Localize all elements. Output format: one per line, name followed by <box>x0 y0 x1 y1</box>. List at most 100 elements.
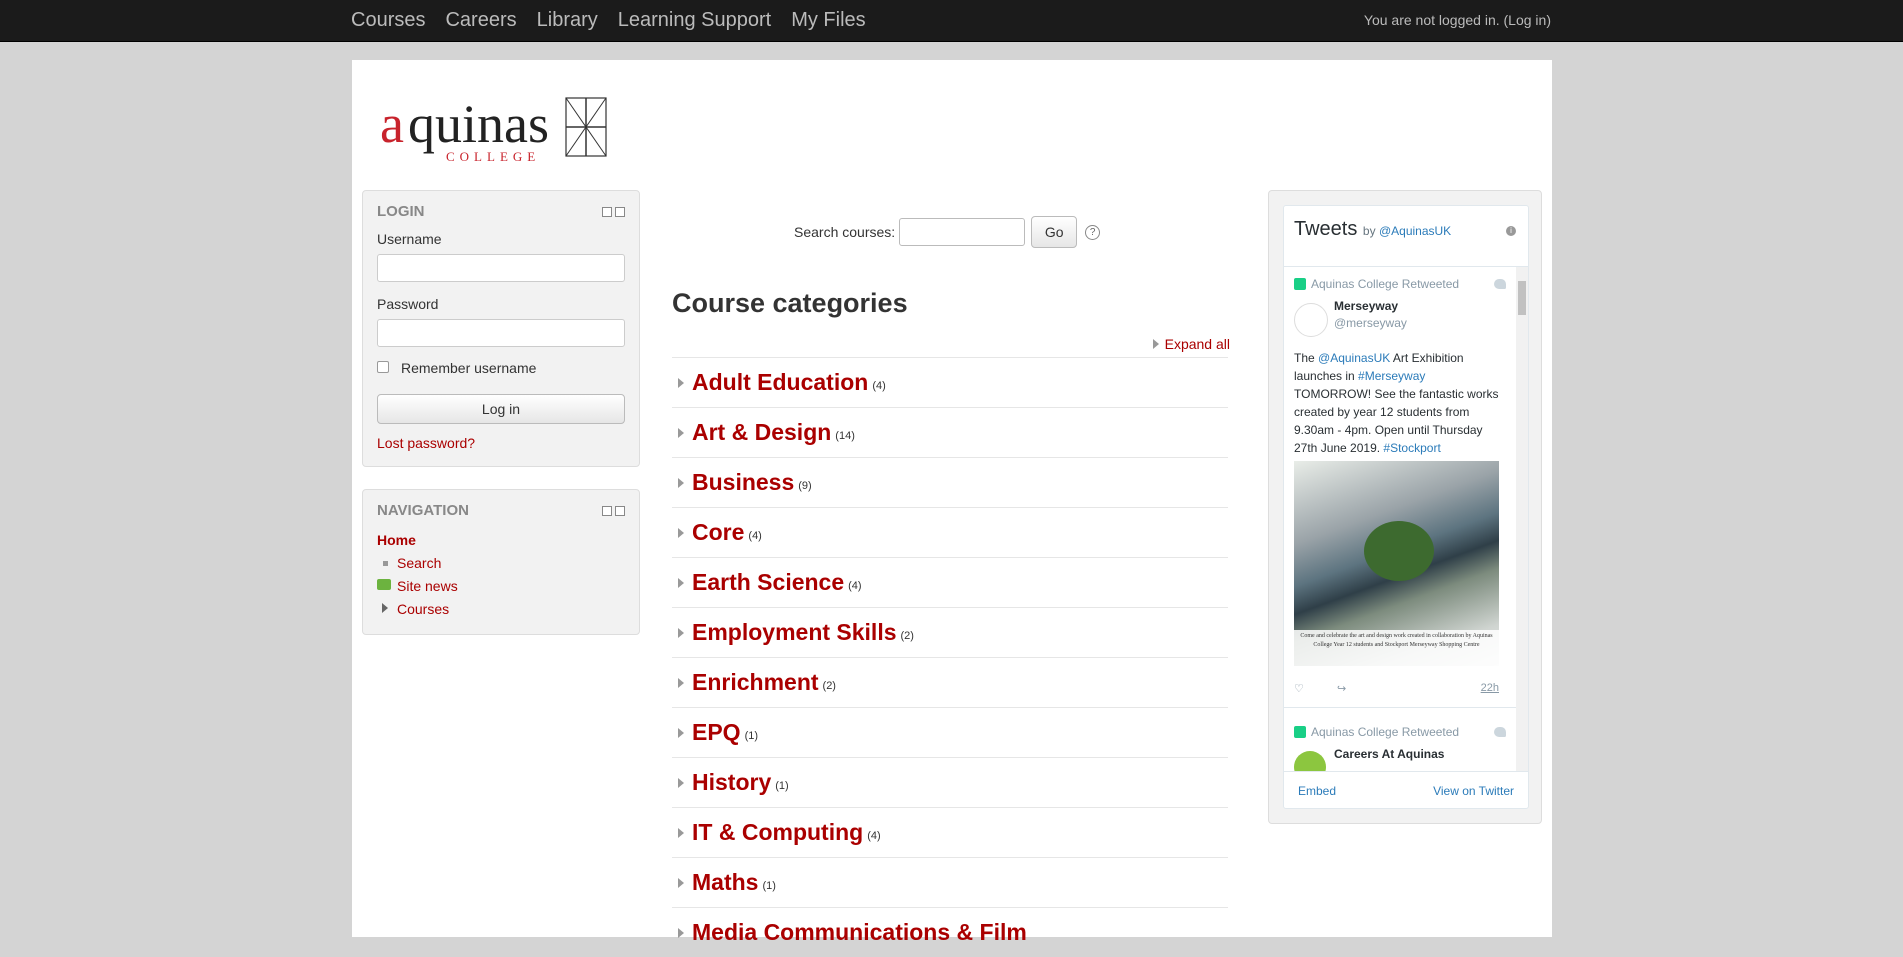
expand-arrow-icon[interactable] <box>678 427 684 438</box>
expand-arrow-icon[interactable] <box>382 603 388 613</box>
remember-username-checkbox[interactable] <box>377 361 389 373</box>
topnav-learning-support[interactable]: Learning Support <box>618 9 771 32</box>
category-item[interactable]: Earth Science (4) <box>672 557 1228 607</box>
svg-text:COLLEGE: COLLEGE <box>446 149 540 164</box>
tweet-author-name[interactable]: Careers At Aquinas <box>1334 747 1444 761</box>
category-name[interactable]: Employment Skills <box>692 619 897 646</box>
category-name[interactable]: Enrichment <box>692 669 819 696</box>
tweet-hashtag-link[interactable]: #Stockport <box>1383 441 1440 455</box>
info-icon[interactable]: i <box>1506 226 1516 236</box>
tweet-feed-scrollbar[interactable] <box>1516 267 1528 771</box>
retweet-label: Aquinas College Retweeted <box>1311 277 1460 291</box>
category-name[interactable]: EPQ <box>692 719 741 746</box>
topnav-courses[interactable]: Courses <box>351 9 425 32</box>
login-status[interactable]: You are not logged in. (Log in) <box>1364 12 1551 28</box>
nav-search[interactable]: Search <box>397 555 441 571</box>
tweet-author-name[interactable]: Merseyway <box>1334 299 1398 313</box>
tweet-timestamp[interactable]: 22h <box>1481 682 1499 694</box>
category-name[interactable]: Maths <box>692 869 758 896</box>
category-item[interactable]: IT & Computing (4) <box>672 807 1228 857</box>
twitter-bird-icon[interactable] <box>1494 279 1506 289</box>
expand-arrow-icon[interactable] <box>678 827 684 838</box>
topnav-library[interactable]: Library <box>537 9 598 32</box>
category-count: (2) <box>822 679 836 692</box>
category-item[interactable]: EPQ (1) <box>672 707 1228 757</box>
dock-icon[interactable] <box>615 207 625 217</box>
expand-arrow-icon[interactable] <box>678 927 684 938</box>
search-courses-input[interactable] <box>899 218 1026 246</box>
category-name[interactable]: Earth Science <box>692 569 844 596</box>
avatar[interactable] <box>1294 751 1326 771</box>
expand-arrow-icon[interactable] <box>678 477 684 488</box>
category-item[interactable]: Art & Design (14) <box>672 407 1228 457</box>
username-field[interactable] <box>377 254 625 282</box>
category-name[interactable]: Art & Design <box>692 419 831 446</box>
navigation-block-title: NAVIGATION <box>377 502 469 519</box>
category-item[interactable]: Employment Skills (2) <box>672 607 1228 657</box>
lost-password-link[interactable]: Lost password? <box>377 435 475 451</box>
category-item[interactable]: Media Communications & Film <box>672 907 1228 957</box>
tweet-mention-link[interactable]: @AquinasUK <box>1318 351 1390 365</box>
search-go-button[interactable]: Go <box>1031 216 1078 248</box>
expand-arrow-icon[interactable] <box>678 377 684 388</box>
share-icon[interactable]: ↪ <box>1337 683 1346 695</box>
expand-arrow-icon[interactable] <box>678 877 684 888</box>
category-name[interactable]: Media Communications & Film <box>692 919 1027 946</box>
help-icon[interactable]: ? <box>1085 224 1101 240</box>
embed-link[interactable]: Embed <box>1298 784 1336 798</box>
twitter-handle-link[interactable]: @AquinasUK <box>1379 224 1451 238</box>
minimize-icon[interactable] <box>602 207 612 217</box>
tweet-author-handle[interactable]: @merseyway <box>1334 316 1407 330</box>
login-block: LOGIN Username Password Remember usernam… <box>362 190 640 467</box>
expand-arrow-icon[interactable] <box>678 727 684 738</box>
nav-courses[interactable]: Courses <box>397 601 449 617</box>
expand-arrow-icon[interactable] <box>678 627 684 638</box>
tweet-actions: ♡ ↪ 22h <box>1294 682 1499 695</box>
like-icon[interactable]: ♡ <box>1294 683 1304 695</box>
avatar[interactable] <box>1294 303 1328 337</box>
nav-site-news[interactable]: Site news <box>397 578 458 594</box>
login-button[interactable]: Log in <box>377 394 625 424</box>
category-count: (1) <box>762 879 776 892</box>
category-name[interactable]: Business <box>692 469 794 496</box>
username-label: Username <box>377 231 442 247</box>
category-item[interactable]: Business (9) <box>672 457 1228 507</box>
nav-home[interactable]: Home <box>377 532 416 548</box>
password-field[interactable] <box>377 319 625 347</box>
expand-all-label: Expand all <box>1164 336 1230 352</box>
scrollbar-thumb[interactable] <box>1518 281 1526 315</box>
expand-all-link[interactable]: Expand all <box>1152 336 1230 352</box>
category-count: (4) <box>748 529 762 542</box>
tweet-image[interactable]: Come and celebrate the art and design wo… <box>1294 461 1499 666</box>
twitter-bird-icon[interactable] <box>1494 727 1506 737</box>
category-item[interactable]: Core (4) <box>672 507 1228 557</box>
view-on-twitter-link[interactable]: View on Twitter <box>1433 784 1514 798</box>
login-block-title: LOGIN <box>377 203 425 220</box>
category-name[interactable]: Core <box>692 519 744 546</box>
minimize-icon[interactable] <box>602 506 612 516</box>
category-count: (4) <box>848 579 862 592</box>
expand-arrow-icon[interactable] <box>678 777 684 788</box>
topnav-my-files[interactable]: My Files <box>791 9 865 32</box>
category-item[interactable]: History (1) <box>672 757 1228 807</box>
category-item[interactable]: Adult Education (4) <box>672 357 1228 407</box>
expand-arrow-icon[interactable] <box>678 677 684 688</box>
retweet-indicator: Aquinas College Retweeted <box>1294 277 1459 291</box>
tweet-hashtag-link[interactable]: #Merseyway <box>1358 369 1425 383</box>
top-navbar: Courses Careers Library Learning Support… <box>0 0 1903 42</box>
dock-icon[interactable] <box>615 506 625 516</box>
aquinas-logo[interactable]: a quinas COLLEGE <box>380 90 610 173</box>
category-count: (4) <box>872 379 886 392</box>
category-item[interactable]: Maths (1) <box>672 857 1228 907</box>
expand-arrow-icon[interactable] <box>678 527 684 538</box>
category-name[interactable]: IT & Computing <box>692 819 863 846</box>
category-item[interactable]: Enrichment (2) <box>672 657 1228 707</box>
tweet-feed[interactable]: Aquinas College Retweeted Merseyway @mer… <box>1284 266 1528 772</box>
category-name[interactable]: Adult Education <box>692 369 868 396</box>
navigation-block: NAVIGATION Home Search Site news Courses <box>362 489 640 635</box>
twitter-header: Tweets by @AquinasUK <box>1294 218 1451 241</box>
twitter-footer: Embed View on Twitter <box>1284 772 1528 808</box>
topnav-careers[interactable]: Careers <box>445 9 516 32</box>
expand-arrow-icon[interactable] <box>678 577 684 588</box>
category-name[interactable]: History <box>692 769 771 796</box>
